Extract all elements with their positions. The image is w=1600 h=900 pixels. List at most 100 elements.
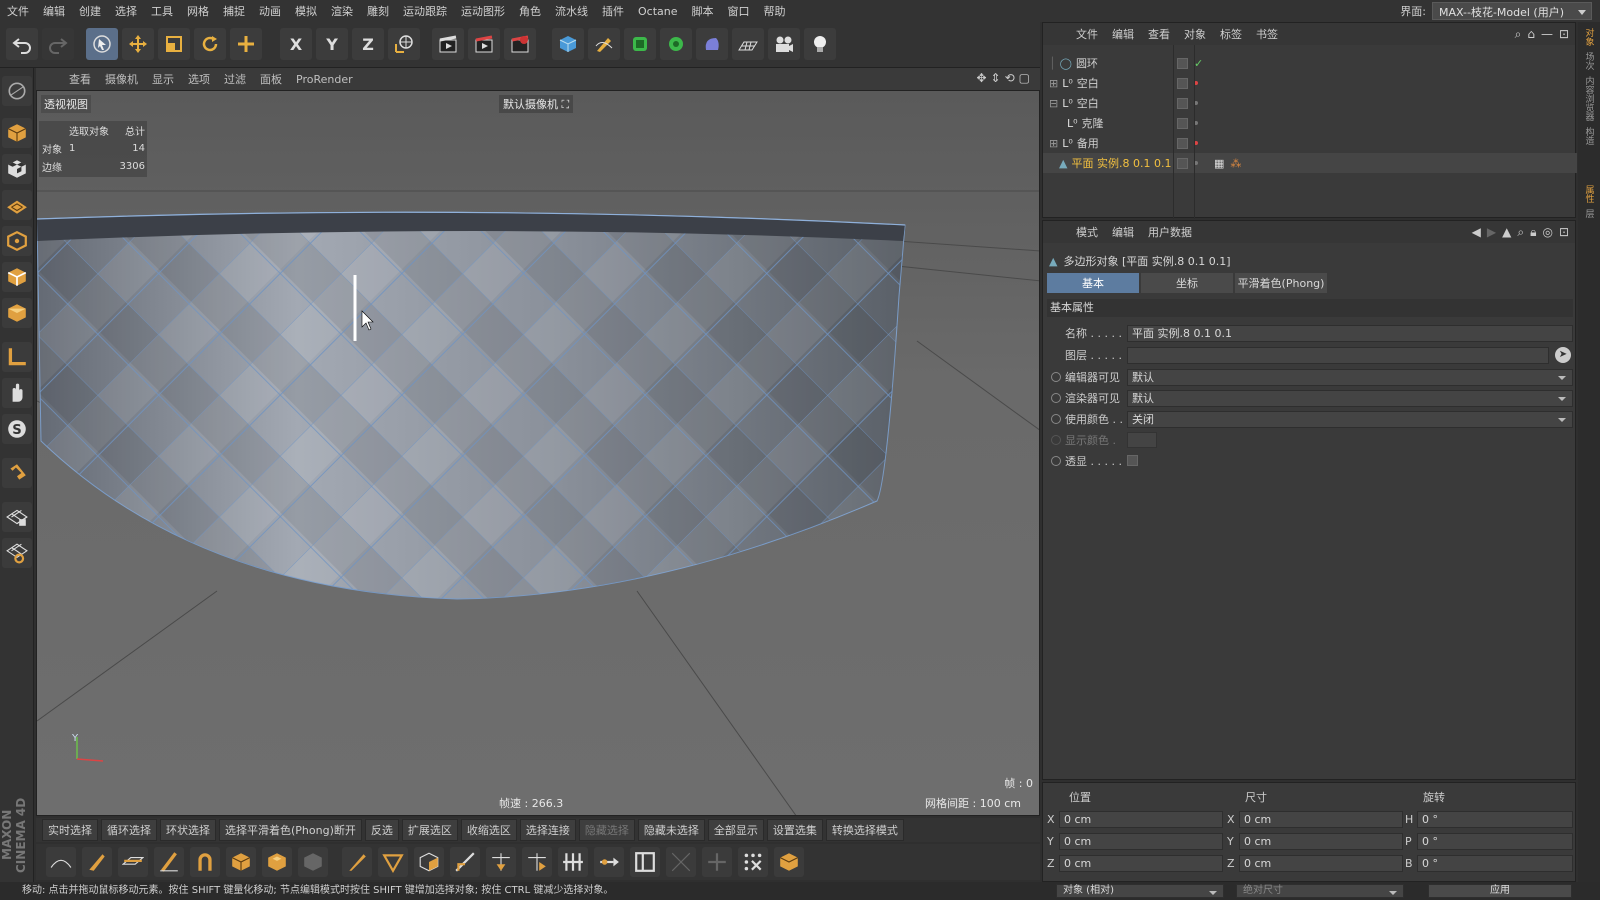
tab-takes[interactable]: 场次 <box>1583 52 1596 70</box>
menu-render[interactable]: 渲染 <box>324 3 360 19</box>
visibility-toggle[interactable] <box>1177 57 1188 69</box>
invert-selection-button[interactable]: 反选 <box>364 819 399 841</box>
size-y-field[interactable]: 0 cm <box>1239 832 1403 850</box>
deformer-button[interactable] <box>696 28 728 60</box>
texture-mode-button[interactable] <box>2 154 32 184</box>
target-icon[interactable]: ◎ <box>1542 225 1552 240</box>
matrix-extrude-button[interactable] <box>298 847 328 877</box>
clone-button[interactable] <box>774 847 804 877</box>
visibility-toggle[interactable] <box>1177 157 1188 169</box>
menu-edit[interactable]: 编辑 <box>36 3 72 19</box>
model-mode-button[interactable] <box>2 118 32 148</box>
am-menu-edit[interactable]: 编辑 <box>1105 224 1141 240</box>
z-axis-lock-button[interactable]: Z <box>352 28 384 60</box>
spline-tool-button[interactable] <box>46 847 76 877</box>
tab-coordinates[interactable]: 坐标 <box>1141 273 1233 293</box>
anim-radio[interactable] <box>1051 435 1061 445</box>
tab-objects[interactable]: 对象 <box>1583 28 1596 46</box>
melt-button[interactable] <box>666 847 696 877</box>
object-row[interactable]: ⊞ L⁰ 空白 <box>1043 73 1577 93</box>
expand-icon[interactable]: ⊞ <box>1049 137 1058 150</box>
render-picture-viewer-button[interactable] <box>468 28 500 60</box>
anim-radio[interactable] <box>1051 393 1061 403</box>
check-icon[interactable]: ✓ <box>1194 57 1203 70</box>
light-button[interactable] <box>804 28 836 60</box>
menu-snap[interactable]: 捕捉 <box>216 3 252 19</box>
plane-cut-button[interactable] <box>118 847 148 877</box>
menu-pipeline[interactable]: 流水线 <box>548 3 595 19</box>
make-editable-button[interactable] <box>2 76 32 106</box>
menu-sculpt[interactable]: 雕刻 <box>360 3 396 19</box>
loop-selection-button[interactable]: 循环选择 <box>101 819 157 841</box>
apply-button[interactable]: 应用 <box>1428 884 1572 898</box>
pan-icon[interactable]: ✥ <box>976 71 986 85</box>
back-arrow-icon[interactable]: ◀ <box>1472 225 1481 240</box>
render-visible-select[interactable]: 默认 <box>1127 389 1573 407</box>
solo-mode-button[interactable]: S <box>2 414 32 444</box>
visibility-toggle[interactable] <box>1177 97 1188 109</box>
dissolve-button[interactable] <box>630 847 660 877</box>
xray-checkbox[interactable] <box>1127 455 1138 466</box>
tab-basic[interactable]: 基本 <box>1047 273 1139 293</box>
bridge-button[interactable] <box>414 847 444 877</box>
brush-tool-button[interactable] <box>342 847 372 877</box>
object-row[interactable]: ⊞ L⁰ 备用 <box>1043 133 1577 153</box>
am-menu-mode[interactable]: 模式 <box>1069 224 1105 240</box>
search-icon[interactable]: ⌕ <box>1517 225 1524 240</box>
anim-radio[interactable] <box>1051 414 1061 424</box>
floor-button[interactable] <box>732 28 764 60</box>
up-arrow-icon[interactable]: ▲ <box>1502 225 1511 240</box>
iron-button[interactable] <box>594 847 624 877</box>
workplane-mode-button[interactable] <box>2 190 32 220</box>
search-icon[interactable]: ⌕ <box>1515 27 1522 42</box>
pos-z-field[interactable]: 0 cm <box>1059 854 1223 872</box>
undo-button[interactable] <box>6 28 38 60</box>
move-tool-button[interactable] <box>122 28 154 60</box>
edge-mode-button[interactable] <box>2 262 32 292</box>
grid-snap-button[interactable] <box>2 538 32 568</box>
workplane-lock-button[interactable] <box>2 502 32 532</box>
phong-break-selection-button[interactable]: 选择平滑着色(Phong)断开 <box>219 819 362 841</box>
extrude-button[interactable] <box>226 847 256 877</box>
magnet-tool-button[interactable] <box>190 847 220 877</box>
menu-select[interactable]: 选择 <box>108 3 144 19</box>
new-window-icon[interactable]: ⊡ <box>1559 225 1569 240</box>
slide-button[interactable] <box>486 847 516 877</box>
extrude-inner-button[interactable] <box>262 847 292 877</box>
camera-label[interactable]: 默认摄像机 ⛶ <box>499 95 574 113</box>
forward-arrow-icon[interactable]: ▶ <box>1487 225 1496 240</box>
vp-menu-view[interactable]: 查看 <box>62 71 98 87</box>
tweak-mode-button[interactable] <box>2 378 32 408</box>
visibility-toggle[interactable] <box>1177 137 1188 149</box>
render-settings-button[interactable] <box>504 28 536 60</box>
cube-primitive-button[interactable] <box>552 28 584 60</box>
mograph-cloner-button[interactable] <box>660 28 692 60</box>
menu-octane[interactable]: Octane <box>631 5 685 18</box>
home-icon[interactable]: ⌂ <box>1527 27 1535 42</box>
object-row-selected[interactable]: ▲ 平面 实例.8 0.1 0.1 ▦ ⁂ <box>1043 153 1577 173</box>
rot-h-field[interactable]: 0 ° <box>1417 810 1573 828</box>
display-color-swatch[interactable] <box>1127 432 1157 448</box>
size-z-field[interactable]: 0 cm <box>1239 854 1403 872</box>
polygon-mode-button[interactable] <box>2 298 32 328</box>
visibility-toggle[interactable] <box>1177 117 1188 129</box>
knife-tool-button[interactable] <box>82 847 112 877</box>
object-row[interactable]: L⁰ 克隆 <box>1043 113 1577 133</box>
x-axis-lock-button[interactable]: X <box>280 28 312 60</box>
checker-tag-icon[interactable]: ▦ <box>1214 157 1224 170</box>
menu-help[interactable]: 帮助 <box>757 3 793 19</box>
use-color-select[interactable]: 关闭 <box>1127 410 1573 428</box>
menu-simulate[interactable]: 模拟 <box>288 3 324 19</box>
redo-button[interactable] <box>42 28 74 60</box>
unhide-all-button[interactable]: 全部显示 <box>707 819 764 841</box>
vp-menu-panel[interactable]: 面板 <box>253 71 289 87</box>
om-menu-tags[interactable]: 标签 <box>1213 26 1249 42</box>
om-menu-view[interactable]: 查看 <box>1141 26 1177 42</box>
line-cut-button[interactable] <box>154 847 184 877</box>
om-menu-object[interactable]: 对象 <box>1177 26 1213 42</box>
axis-mode-button[interactable] <box>2 342 32 372</box>
weld-button[interactable] <box>558 847 588 877</box>
size-mode-select[interactable]: 绝对尺寸 <box>1236 884 1404 898</box>
vp-menu-display[interactable]: 显示 <box>145 71 181 87</box>
pos-x-field[interactable]: 0 cm <box>1059 810 1223 828</box>
